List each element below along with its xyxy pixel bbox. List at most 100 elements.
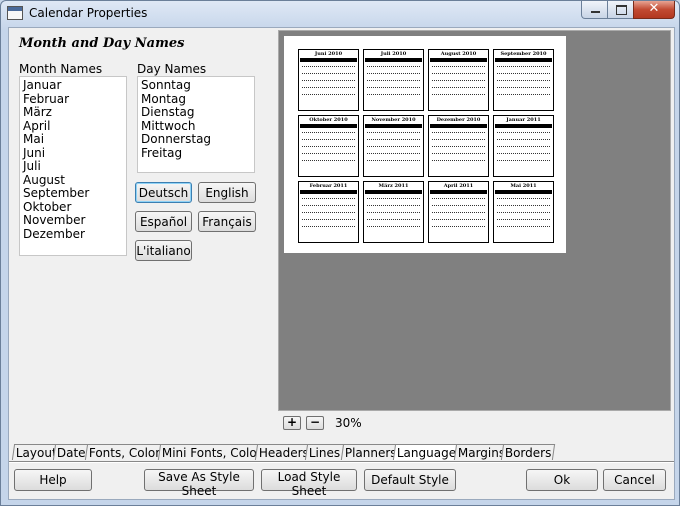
day-names-label: Day Names xyxy=(137,62,207,76)
mini-calendar: Mai 2011 xyxy=(493,181,554,243)
list-item[interactable]: Mai xyxy=(23,132,123,147)
day-names-list[interactable]: Sonntag Montag Dienstag Mittwoch Donners… xyxy=(137,76,255,173)
mini-calendar-month: August 2010 xyxy=(440,51,477,57)
mini-calendar-month: Juni 2010 xyxy=(314,51,343,57)
list-item[interactable]: September xyxy=(23,186,123,201)
tab-lines[interactable]: Lines xyxy=(304,444,345,460)
mini-calendar: März 2011 xyxy=(363,181,424,243)
mini-calendar-month: Februar 2011 xyxy=(309,183,348,189)
close-button[interactable]: ✕ xyxy=(633,1,675,19)
tab-strip: Layout Date Fonts, Colors Mini Fonts, Co… xyxy=(9,443,674,462)
tab-planners[interactable]: Planners xyxy=(340,444,401,460)
list-item[interactable]: Montag xyxy=(141,92,251,107)
day-row xyxy=(432,219,485,222)
day-row xyxy=(302,153,355,156)
day-row xyxy=(367,146,420,149)
list-item[interactable]: Oktober xyxy=(23,200,123,215)
italiano-button[interactable]: L'italiano xyxy=(135,240,192,261)
list-item[interactable]: August xyxy=(23,173,123,188)
mini-calendar-month: März 2011 xyxy=(378,183,409,189)
day-row xyxy=(302,160,355,163)
zoom-out-button[interactable]: − xyxy=(306,416,324,430)
list-item[interactable]: Freitag xyxy=(141,146,251,161)
preview-page: Juni 2010 Juli 2010 August 2010 September 2… xyxy=(284,36,566,253)
save-style-sheet-button[interactable]: Save As Style Sheet xyxy=(144,469,254,498)
cancel-button[interactable]: Cancel xyxy=(603,469,666,491)
calendar-properties-window: Calendar Properties ✕ Month and Day Name… xyxy=(0,0,680,506)
tab-language[interactable]: Language xyxy=(392,444,461,460)
mini-calendar: September 2010 xyxy=(493,49,554,111)
day-row xyxy=(367,80,420,83)
day-row xyxy=(497,80,550,83)
day-row xyxy=(302,198,355,201)
mini-calendar: Juni 2010 xyxy=(298,49,359,111)
mini-calendar: Juli 2010 xyxy=(363,49,424,111)
mini-calendar-month: September 2010 xyxy=(500,51,547,57)
day-row xyxy=(497,66,550,69)
list-item[interactable]: Dezember xyxy=(23,227,123,242)
weekday-header-bar xyxy=(365,124,422,128)
day-row xyxy=(432,132,485,135)
load-style-sheet-button[interactable]: Load Style Sheet xyxy=(261,469,357,498)
weekday-header-bar xyxy=(430,190,487,194)
day-row xyxy=(302,212,355,215)
espanol-button[interactable]: Español xyxy=(135,211,192,232)
day-row xyxy=(497,198,550,201)
help-button[interactable]: Help xyxy=(14,469,92,491)
month-names-list[interactable]: Januar Februar März April Mai Juni Juli … xyxy=(19,76,127,256)
day-row xyxy=(367,226,420,229)
list-item[interactable]: November xyxy=(23,213,123,228)
weekday-header-bar xyxy=(430,58,487,62)
divider xyxy=(9,462,674,463)
zoom-in-button[interactable]: + xyxy=(283,416,301,430)
day-row xyxy=(497,146,550,149)
deutsch-button[interactable]: Deutsch xyxy=(135,182,192,203)
weekday-header-bar xyxy=(365,58,422,62)
day-row xyxy=(432,80,485,83)
day-row xyxy=(302,146,355,149)
day-row xyxy=(497,139,550,142)
day-row xyxy=(497,219,550,222)
day-row xyxy=(367,73,420,76)
day-row xyxy=(367,198,420,201)
day-row xyxy=(367,87,420,90)
list-item[interactable]: Mittwoch xyxy=(141,119,251,134)
day-row xyxy=(367,132,420,135)
day-row xyxy=(367,94,420,97)
list-item[interactable]: April xyxy=(23,119,123,134)
list-item[interactable]: Sonntag xyxy=(141,78,251,93)
day-row xyxy=(302,87,355,90)
day-row xyxy=(432,146,485,149)
mini-calendar: Januar 2011 xyxy=(493,115,554,177)
day-row xyxy=(432,226,485,229)
print-preview-pane[interactable]: Juni 2010 Juli 2010 August 2010 September 2… xyxy=(278,30,671,411)
mini-calendar-month: Dezember 2010 xyxy=(436,117,481,123)
list-item[interactable]: Dienstag xyxy=(141,105,251,120)
day-row xyxy=(367,212,420,215)
day-row xyxy=(432,139,485,142)
day-row xyxy=(432,94,485,97)
mini-calendar: Oktober 2010 xyxy=(298,115,359,177)
minimize-button[interactable] xyxy=(581,1,608,19)
day-row xyxy=(302,139,355,142)
day-row xyxy=(432,198,485,201)
title-bar[interactable]: Calendar Properties ✕ xyxy=(1,1,679,27)
list-item[interactable]: Juli xyxy=(23,159,123,174)
list-item[interactable]: Januar xyxy=(23,78,123,93)
default-style-button[interactable]: Default Style xyxy=(364,469,456,491)
maximize-button[interactable] xyxy=(607,1,634,19)
list-item[interactable]: Juni xyxy=(23,146,123,161)
english-button[interactable]: English xyxy=(198,182,256,203)
francais-button[interactable]: Français xyxy=(198,211,256,232)
weekday-header-bar xyxy=(300,58,357,62)
weekday-header-bar xyxy=(300,190,357,194)
list-item[interactable]: Februar xyxy=(23,92,123,107)
ok-button[interactable]: Ok xyxy=(526,469,598,491)
list-item[interactable]: Donnerstag xyxy=(141,132,251,147)
list-item[interactable]: März xyxy=(23,105,123,120)
day-row xyxy=(367,139,420,142)
tab-borders[interactable]: Borders xyxy=(500,444,556,460)
day-row xyxy=(302,132,355,135)
mini-calendar: April 2011 xyxy=(428,181,489,243)
day-row xyxy=(432,73,485,76)
